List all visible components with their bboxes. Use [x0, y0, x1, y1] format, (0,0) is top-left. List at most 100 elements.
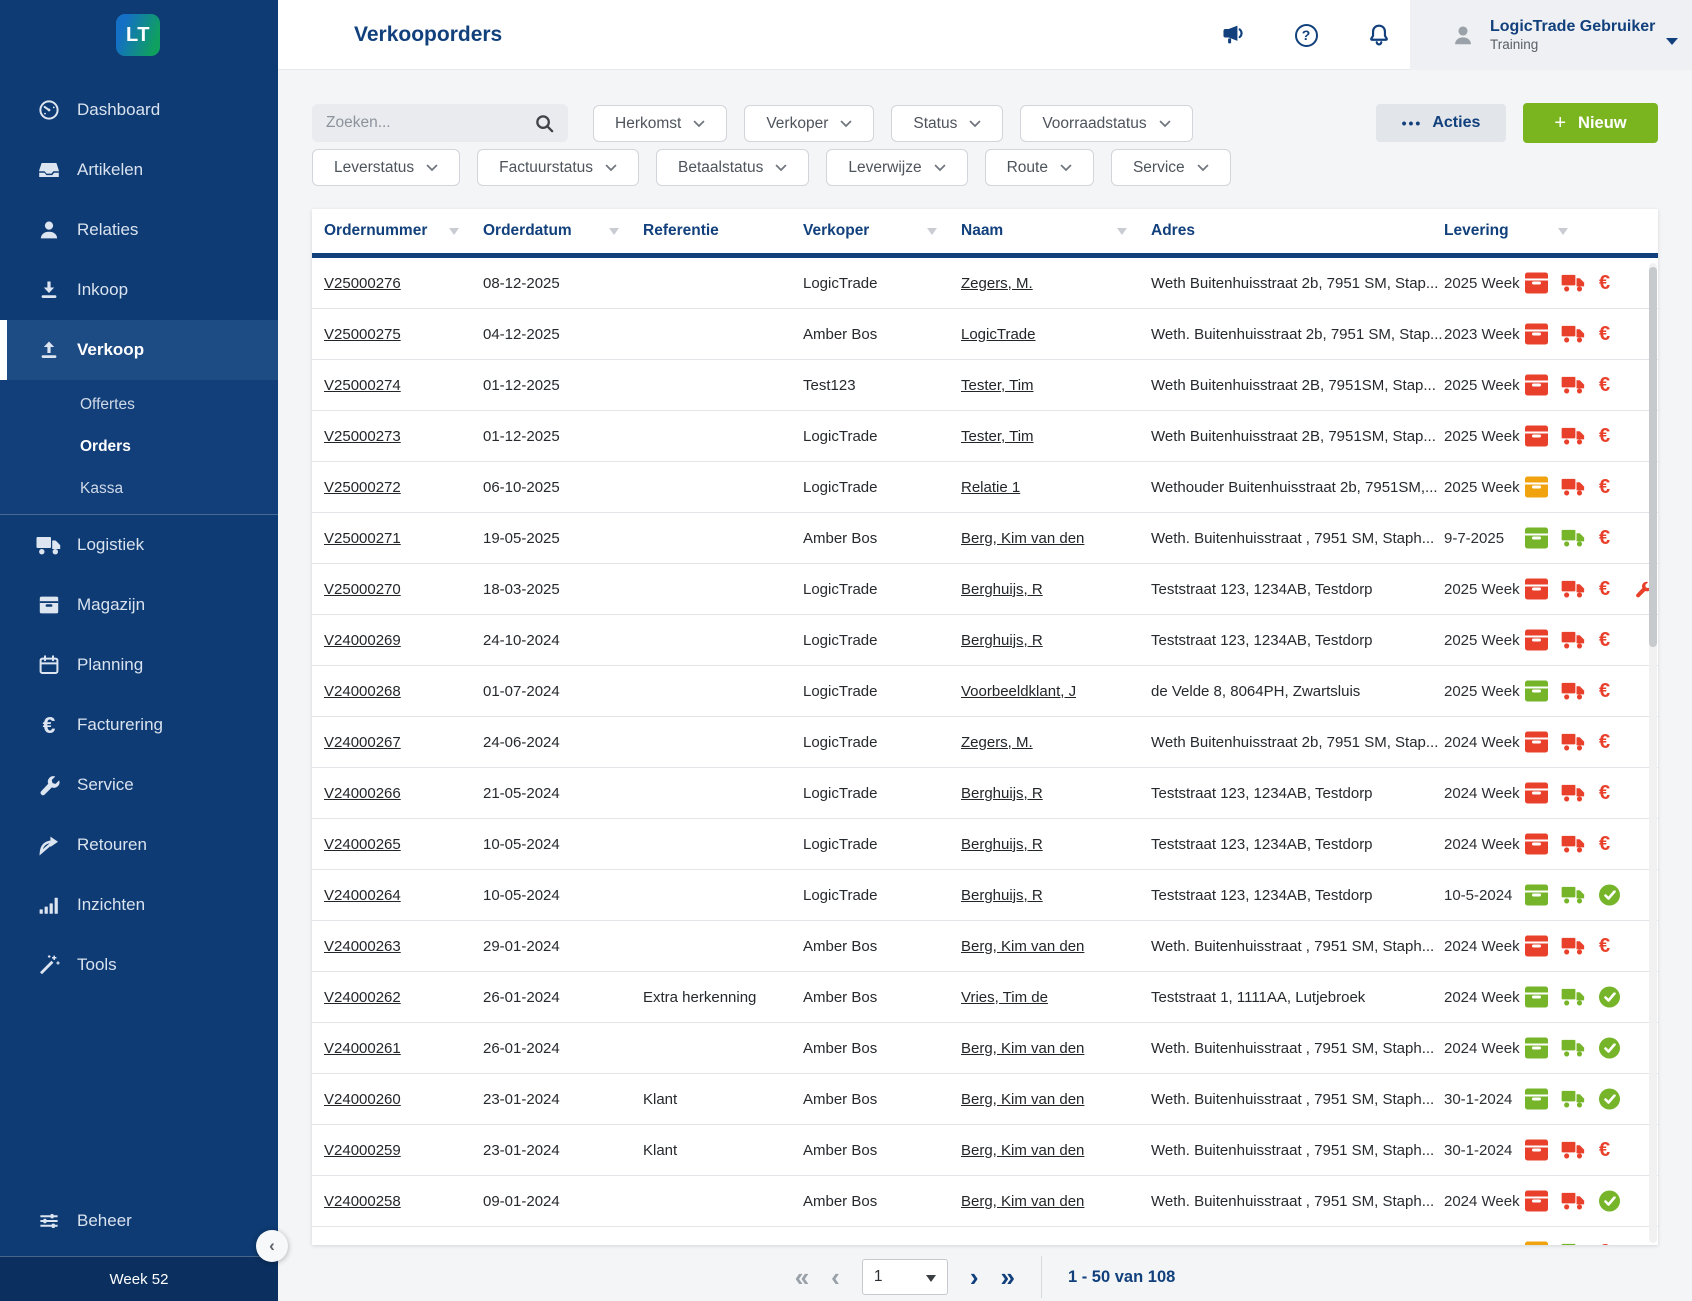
order-number-link[interactable]: V24000264 [324, 887, 483, 904]
payment-status-euro-icon: € [1599, 783, 1610, 803]
sidebar-item-tools[interactable]: Tools [0, 935, 278, 995]
customer-name-link[interactable]: Voorbeeldklant, J [961, 683, 1151, 700]
order-number-link[interactable]: V24000258 [324, 1193, 483, 1210]
customer-name-link[interactable]: Berg, Kim van den [961, 530, 1151, 547]
customer-name-link[interactable]: Berghuijs, R [961, 581, 1151, 598]
sidebar-item-artikelen[interactable]: Artikelen [0, 140, 278, 200]
payment-status-euro-icon: € [1599, 936, 1610, 956]
filter-leverstatus[interactable]: Leverstatus [312, 149, 460, 186]
filter-herkomst[interactable]: Herkomst [593, 105, 727, 142]
filter-service[interactable]: Service [1111, 149, 1231, 186]
previous-page-button[interactable]: ‹ [831, 1264, 840, 1290]
announcements-icon[interactable] [1212, 0, 1256, 70]
customer-name-link[interactable]: Berghuijs, R [961, 887, 1151, 904]
next-page-button[interactable]: › [970, 1264, 979, 1290]
order-number-link[interactable]: V24000269 [324, 632, 483, 649]
order-number-link[interactable]: V24000259 [324, 1142, 483, 1159]
order-seller: LogicTrade [803, 581, 961, 598]
customer-name-link[interactable]: Zegers, M. [961, 734, 1151, 751]
filter-voorraadstatus[interactable]: Voorraadstatus [1020, 105, 1192, 142]
sidebar-subitem-offertes[interactable]: Offertes [0, 384, 278, 426]
order-number-link[interactable]: V25000273 [324, 428, 483, 445]
sidebar-subitem-kassa[interactable]: Kassa [0, 468, 278, 510]
order-number-link[interactable]: V24000263 [324, 938, 483, 955]
customer-name-link[interactable]: Berg, Kim van den [961, 1040, 1151, 1057]
order-number-link[interactable]: V25000275 [324, 326, 483, 343]
customer-name-link[interactable]: Berghuijs, R [961, 785, 1151, 802]
sidebar-collapse-button[interactable]: ‹ [256, 1230, 288, 1262]
order-number-link[interactable]: V25000274 [324, 377, 483, 394]
user-menu[interactable]: LogicTrade Gebruiker Training [1410, 0, 1692, 70]
column-header-ordernummer[interactable]: Ordernummer [324, 222, 483, 240]
column-header-referentie[interactable]: Referentie [643, 222, 803, 240]
order-date: 04-12-2025 [483, 326, 643, 343]
sidebar-item-logistiek[interactable]: Logistiek [0, 515, 278, 575]
warehouse-status-icon [1525, 1191, 1548, 1212]
filter-leverwijze[interactable]: Leverwijze [826, 149, 967, 186]
nieuw-button[interactable]: + Nieuw [1523, 103, 1658, 143]
customer-name-link[interactable]: Berg, Kim van den [961, 938, 1151, 955]
search-input[interactable] [312, 104, 568, 142]
sidebar-item-verkoop[interactable]: Verkoop [0, 320, 278, 380]
sidebar-item-inkoop[interactable]: Inkoop [0, 260, 278, 320]
column-header-orderdatum[interactable]: Orderdatum [483, 222, 643, 240]
order-number-link[interactable]: V23000257 [324, 1244, 483, 1246]
customer-name-link[interactable]: Berghuijs, R [961, 836, 1151, 853]
help-icon[interactable]: ? [1284, 0, 1328, 70]
order-number-link[interactable]: V25000276 [324, 275, 483, 292]
filter-status[interactable]: Status [891, 105, 1003, 142]
customer-name-link[interactable]: Zegers, M. [961, 275, 1151, 292]
sidebar-item-service[interactable]: Service [0, 755, 278, 815]
delivery-status-icon [1561, 784, 1586, 803]
customer-name-link[interactable]: Berg, Kim van den [961, 1091, 1151, 1108]
order-number-link[interactable]: V25000270 [324, 581, 483, 598]
filter-factuurstatus[interactable]: Factuurstatus [477, 149, 639, 186]
order-number-link[interactable]: V25000272 [324, 479, 483, 496]
customer-name-link[interactable]: Tester, Tim [961, 428, 1151, 445]
sidebar-item-beheer[interactable]: Beheer [0, 1191, 278, 1251]
customer-name-link[interactable]: LogicTrade [961, 326, 1151, 343]
acties-button[interactable]: ••• Acties [1376, 104, 1506, 142]
sidebar-subitem-orders[interactable]: Orders [0, 426, 278, 468]
order-number-link[interactable]: V24000261 [324, 1040, 483, 1057]
column-header-levering[interactable]: Levering [1444, 222, 1658, 240]
sidebar-item-dashboard[interactable]: Dashboard [0, 80, 278, 140]
order-number-link[interactable]: V24000260 [324, 1091, 483, 1108]
order-number-link[interactable]: V24000268 [324, 683, 483, 700]
customer-name-link[interactable]: Relatie 1 [961, 479, 1151, 496]
customer-name-link[interactable]: Vries, Tim de [961, 989, 1151, 1006]
logictrade-logo[interactable]: LT [116, 14, 160, 56]
sidebar-item-retouren[interactable]: Retouren [0, 815, 278, 875]
customer-name-link[interactable]: Berghuijs, R [961, 632, 1151, 649]
order-number-link[interactable]: V24000267 [324, 734, 483, 751]
filter-betaalstatus[interactable]: Betaalstatus [656, 149, 809, 186]
payment-status-euro-icon: € [1599, 1242, 1610, 1245]
order-number-link[interactable]: V24000265 [324, 836, 483, 853]
last-page-button[interactable]: » [1001, 1264, 1015, 1290]
page-select[interactable]: 1 [862, 1259, 948, 1295]
column-header-verkoper[interactable]: Verkoper [803, 222, 961, 240]
scrollbar-thumb[interactable] [1649, 267, 1657, 647]
filter-verkoper[interactable]: Verkoper [744, 105, 874, 142]
sales-icon [36, 338, 62, 362]
notifications-icon[interactable] [1357, 0, 1401, 70]
customer-name-link[interactable]: Berg, Kim van den [961, 1244, 1151, 1246]
sidebar-item-label: Inzichten [77, 895, 145, 915]
sidebar-item-relaties[interactable]: Relaties [0, 200, 278, 260]
customer-name-link[interactable]: Tester, Tim [961, 377, 1151, 394]
order-number-link[interactable]: V24000266 [324, 785, 483, 802]
sidebar-item-facturering[interactable]: €Facturering [0, 695, 278, 755]
sidebar-item-magazijn[interactable]: Magazijn [0, 575, 278, 635]
order-number-link[interactable]: V24000262 [324, 989, 483, 1006]
column-header-adres[interactable]: Adres [1151, 222, 1444, 240]
column-header-naam[interactable]: Naam [961, 222, 1151, 240]
customer-name-link[interactable]: Berg, Kim van den [961, 1142, 1151, 1159]
customer-name-link[interactable]: Berg, Kim van den [961, 1193, 1151, 1210]
sidebar-item-planning[interactable]: Planning [0, 635, 278, 695]
order-address: Teststraat 123, 1234AB, Testdorp [1151, 632, 1444, 649]
filter-route[interactable]: Route [985, 149, 1094, 186]
first-page-button[interactable]: « [795, 1264, 809, 1290]
articles-icon [36, 158, 62, 182]
sidebar-item-inzichten[interactable]: Inzichten [0, 875, 278, 935]
order-number-link[interactable]: V25000271 [324, 530, 483, 547]
